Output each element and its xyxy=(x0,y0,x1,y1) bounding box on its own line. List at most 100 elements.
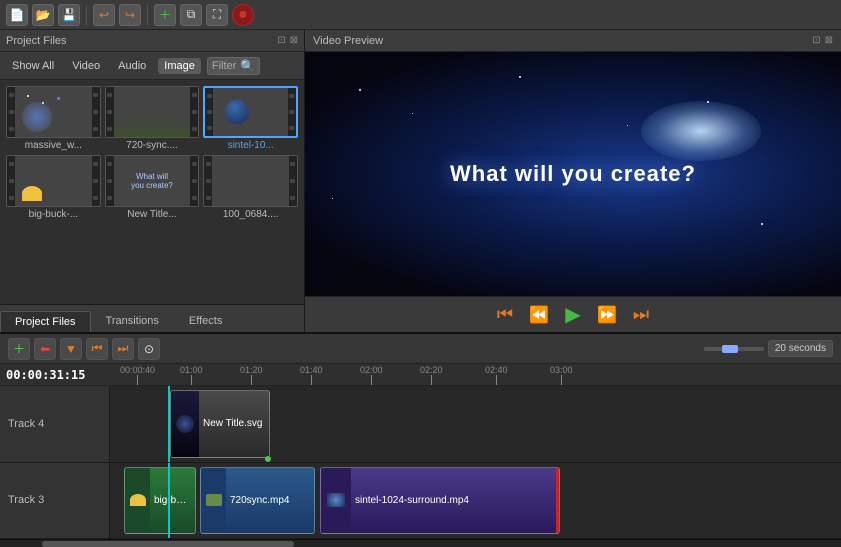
thumb-img-4 xyxy=(6,155,101,207)
vp-icon-2[interactable]: ⊠ xyxy=(825,35,833,46)
fast-forward-button[interactable]: ⏩ xyxy=(594,302,620,328)
undo-button[interactable]: ↩ xyxy=(93,4,115,26)
add-track-button[interactable]: ＋ xyxy=(154,4,176,26)
clip-720sync[interactable]: 720sync.mp4 xyxy=(200,467,315,535)
play-button[interactable]: ▶ xyxy=(560,302,586,328)
scroll-thumb[interactable] xyxy=(42,541,294,547)
filter-image[interactable]: Image xyxy=(158,58,201,74)
clip-720-thumb xyxy=(201,468,226,534)
filter-showall[interactable]: Show All xyxy=(6,58,60,74)
filter-audio[interactable]: Audio xyxy=(112,58,152,74)
open-button[interactable]: 📂 xyxy=(32,4,54,26)
separator-1 xyxy=(86,5,87,25)
track3-cyan-line xyxy=(168,463,170,539)
thumb-img-2 xyxy=(105,86,200,138)
vp-icon-1[interactable]: ⊡ xyxy=(812,35,820,46)
tl-remove-button[interactable]: ⬅ xyxy=(34,338,56,360)
filter-video[interactable]: Video xyxy=(66,58,106,74)
media-item-5[interactable]: What willyou create? New Title... xyxy=(105,155,200,220)
thumb-img-6 xyxy=(203,155,298,207)
clip-bb-thumb xyxy=(125,468,150,534)
clip-svg-thumb xyxy=(171,391,199,457)
main-toolbar: 📄 📂 💾 ↩ ↪ ＋ ⧉ ⛶ ● xyxy=(0,0,841,30)
video-preview-header: Video Preview ⊡ ⊠ xyxy=(305,30,841,52)
left-panel: Project Files ⊡ ⊠ Show All Video Audio I… xyxy=(0,30,305,332)
timeline-toolbar: ＋ ⬅ ▼ ⏮ ⏭ ⊙ 20 seconds xyxy=(0,334,841,364)
record-button[interactable]: ● xyxy=(232,4,254,26)
transitions-button[interactable]: ⧉ xyxy=(180,4,202,26)
track4-marker xyxy=(265,456,271,462)
timecode-display: 00:00:31:15 xyxy=(6,364,106,385)
media-grid: massive_w... 720-sync.... sintel-10... xyxy=(0,80,304,304)
bottom-tabs: Project Files Transitions Effects xyxy=(0,304,304,332)
tl-skip-start-button[interactable]: ⏮ xyxy=(86,338,108,360)
skip-end-button[interactable]: ⏭ xyxy=(628,302,654,328)
zoom-thumb[interactable] xyxy=(722,345,738,353)
tab-effects[interactable]: Effects xyxy=(174,310,237,332)
vp-header-icons: ⊡ ⊠ xyxy=(812,35,833,46)
ruler-mark-0: 00:00:40 xyxy=(120,365,155,385)
tab-project-files[interactable]: Project Files xyxy=(0,311,91,332)
filter-icon: 🔍 xyxy=(240,59,255,73)
right-panel: Video Preview ⊡ ⊠ What will you create? … xyxy=(305,30,841,332)
tl-add-button[interactable]: ＋ xyxy=(8,338,30,360)
timeline-scrollbar[interactable] xyxy=(0,539,841,547)
sintel-end-marker xyxy=(556,468,559,534)
timeline-ruler: 00:00:31:15 00:00:40 01:00 01:20 01:40 0… xyxy=(0,364,841,386)
playback-controls: ⏮ ⏪ ▶ ⏩ ⏭ xyxy=(305,296,841,332)
main-area: Project Files ⊡ ⊠ Show All Video Audio I… xyxy=(0,30,841,332)
redo-button[interactable]: ↪ xyxy=(119,4,141,26)
pf-icon-2[interactable]: ⊠ xyxy=(290,35,298,46)
zoom-track[interactable] xyxy=(704,347,764,351)
pf-icon-1[interactable]: ⊡ xyxy=(277,35,285,46)
tab-transitions[interactable]: Transitions xyxy=(91,310,174,332)
ruler-mark-2: 01:20 xyxy=(240,365,263,385)
tl-razor-button[interactable]: ▼ xyxy=(60,338,82,360)
project-files-header: Project Files ⊡ ⊠ xyxy=(0,30,304,52)
media-item-1[interactable]: massive_w... xyxy=(6,86,101,151)
clip-sintel[interactable]: sintel-1024-surround.mp4 xyxy=(320,467,560,535)
filter-label: Filter xyxy=(212,60,236,72)
timeline-area: ＋ ⬅ ▼ ⏮ ⏭ ⊙ 20 seconds 00:00:31:15 00:00… xyxy=(0,332,841,547)
media-item-4[interactable]: big-buck-... xyxy=(6,155,101,220)
new-button[interactable]: 📄 xyxy=(6,4,28,26)
project-files-title: Project Files xyxy=(6,35,67,47)
thumb-label-6: 100_0684.... xyxy=(203,209,298,220)
track-3-row: Track 3 big-buck- 720sync.mp4 xyxy=(0,463,841,540)
ruler-mark-3: 01:40 xyxy=(300,365,323,385)
thumb-label-4: big-buck-... xyxy=(6,209,101,220)
seconds-badge: 20 seconds xyxy=(768,340,833,357)
ruler-mark-1: 01:00 xyxy=(180,365,203,385)
tl-center-button[interactable]: ⊙ xyxy=(138,338,160,360)
skip-start-button[interactable]: ⏮ xyxy=(492,302,518,328)
track-3-label: Track 3 xyxy=(0,463,110,539)
thumb-label-3: sintel-10... xyxy=(203,140,298,151)
track-3-content[interactable]: big-buck- 720sync.mp4 sintel-1024-surrou… xyxy=(110,463,841,539)
video-preview-title: Video Preview xyxy=(313,35,383,47)
ruler-mark-6: 02:40 xyxy=(485,365,508,385)
save-button[interactable]: 💾 xyxy=(58,4,80,26)
ruler-mark-7: 03:00 xyxy=(550,365,573,385)
clip-title-svg[interactable]: New Title.svg xyxy=(170,390,270,458)
filter-input-wrap[interactable]: Filter 🔍 xyxy=(207,57,260,75)
thumb-label-2: 720-sync.... xyxy=(105,140,200,151)
tl-skip-end-button[interactable]: ⏭ xyxy=(112,338,134,360)
video-preview-text: What will you create? xyxy=(450,161,696,187)
clip-sintel-label: sintel-1024-surround.mp4 xyxy=(351,495,473,506)
rewind-button[interactable]: ⏪ xyxy=(526,302,552,328)
clip-sintel-thumb xyxy=(321,468,351,534)
clip-big-buck[interactable]: big-buck- xyxy=(124,467,196,535)
track-4-label: Track 4 xyxy=(0,386,110,462)
media-item-3[interactable]: sintel-10... xyxy=(203,86,298,151)
fullscreen-button[interactable]: ⛶ xyxy=(206,4,228,26)
thumb-label-1: massive_w... xyxy=(6,140,101,151)
media-item-2[interactable]: 720-sync.... xyxy=(105,86,200,151)
video-light xyxy=(641,101,761,161)
track-4-content[interactable]: New Title.svg xyxy=(110,386,841,462)
pf-header-icons: ⊡ ⊠ xyxy=(277,35,298,46)
thumb-label-5: New Title... xyxy=(105,209,200,220)
clip-bb-label: big-buck- xyxy=(150,495,195,506)
media-item-6[interactable]: 100_0684.... xyxy=(203,155,298,220)
filter-bar: Show All Video Audio Image Filter 🔍 xyxy=(0,52,304,80)
clip-720-label: 720sync.mp4 xyxy=(226,495,293,506)
